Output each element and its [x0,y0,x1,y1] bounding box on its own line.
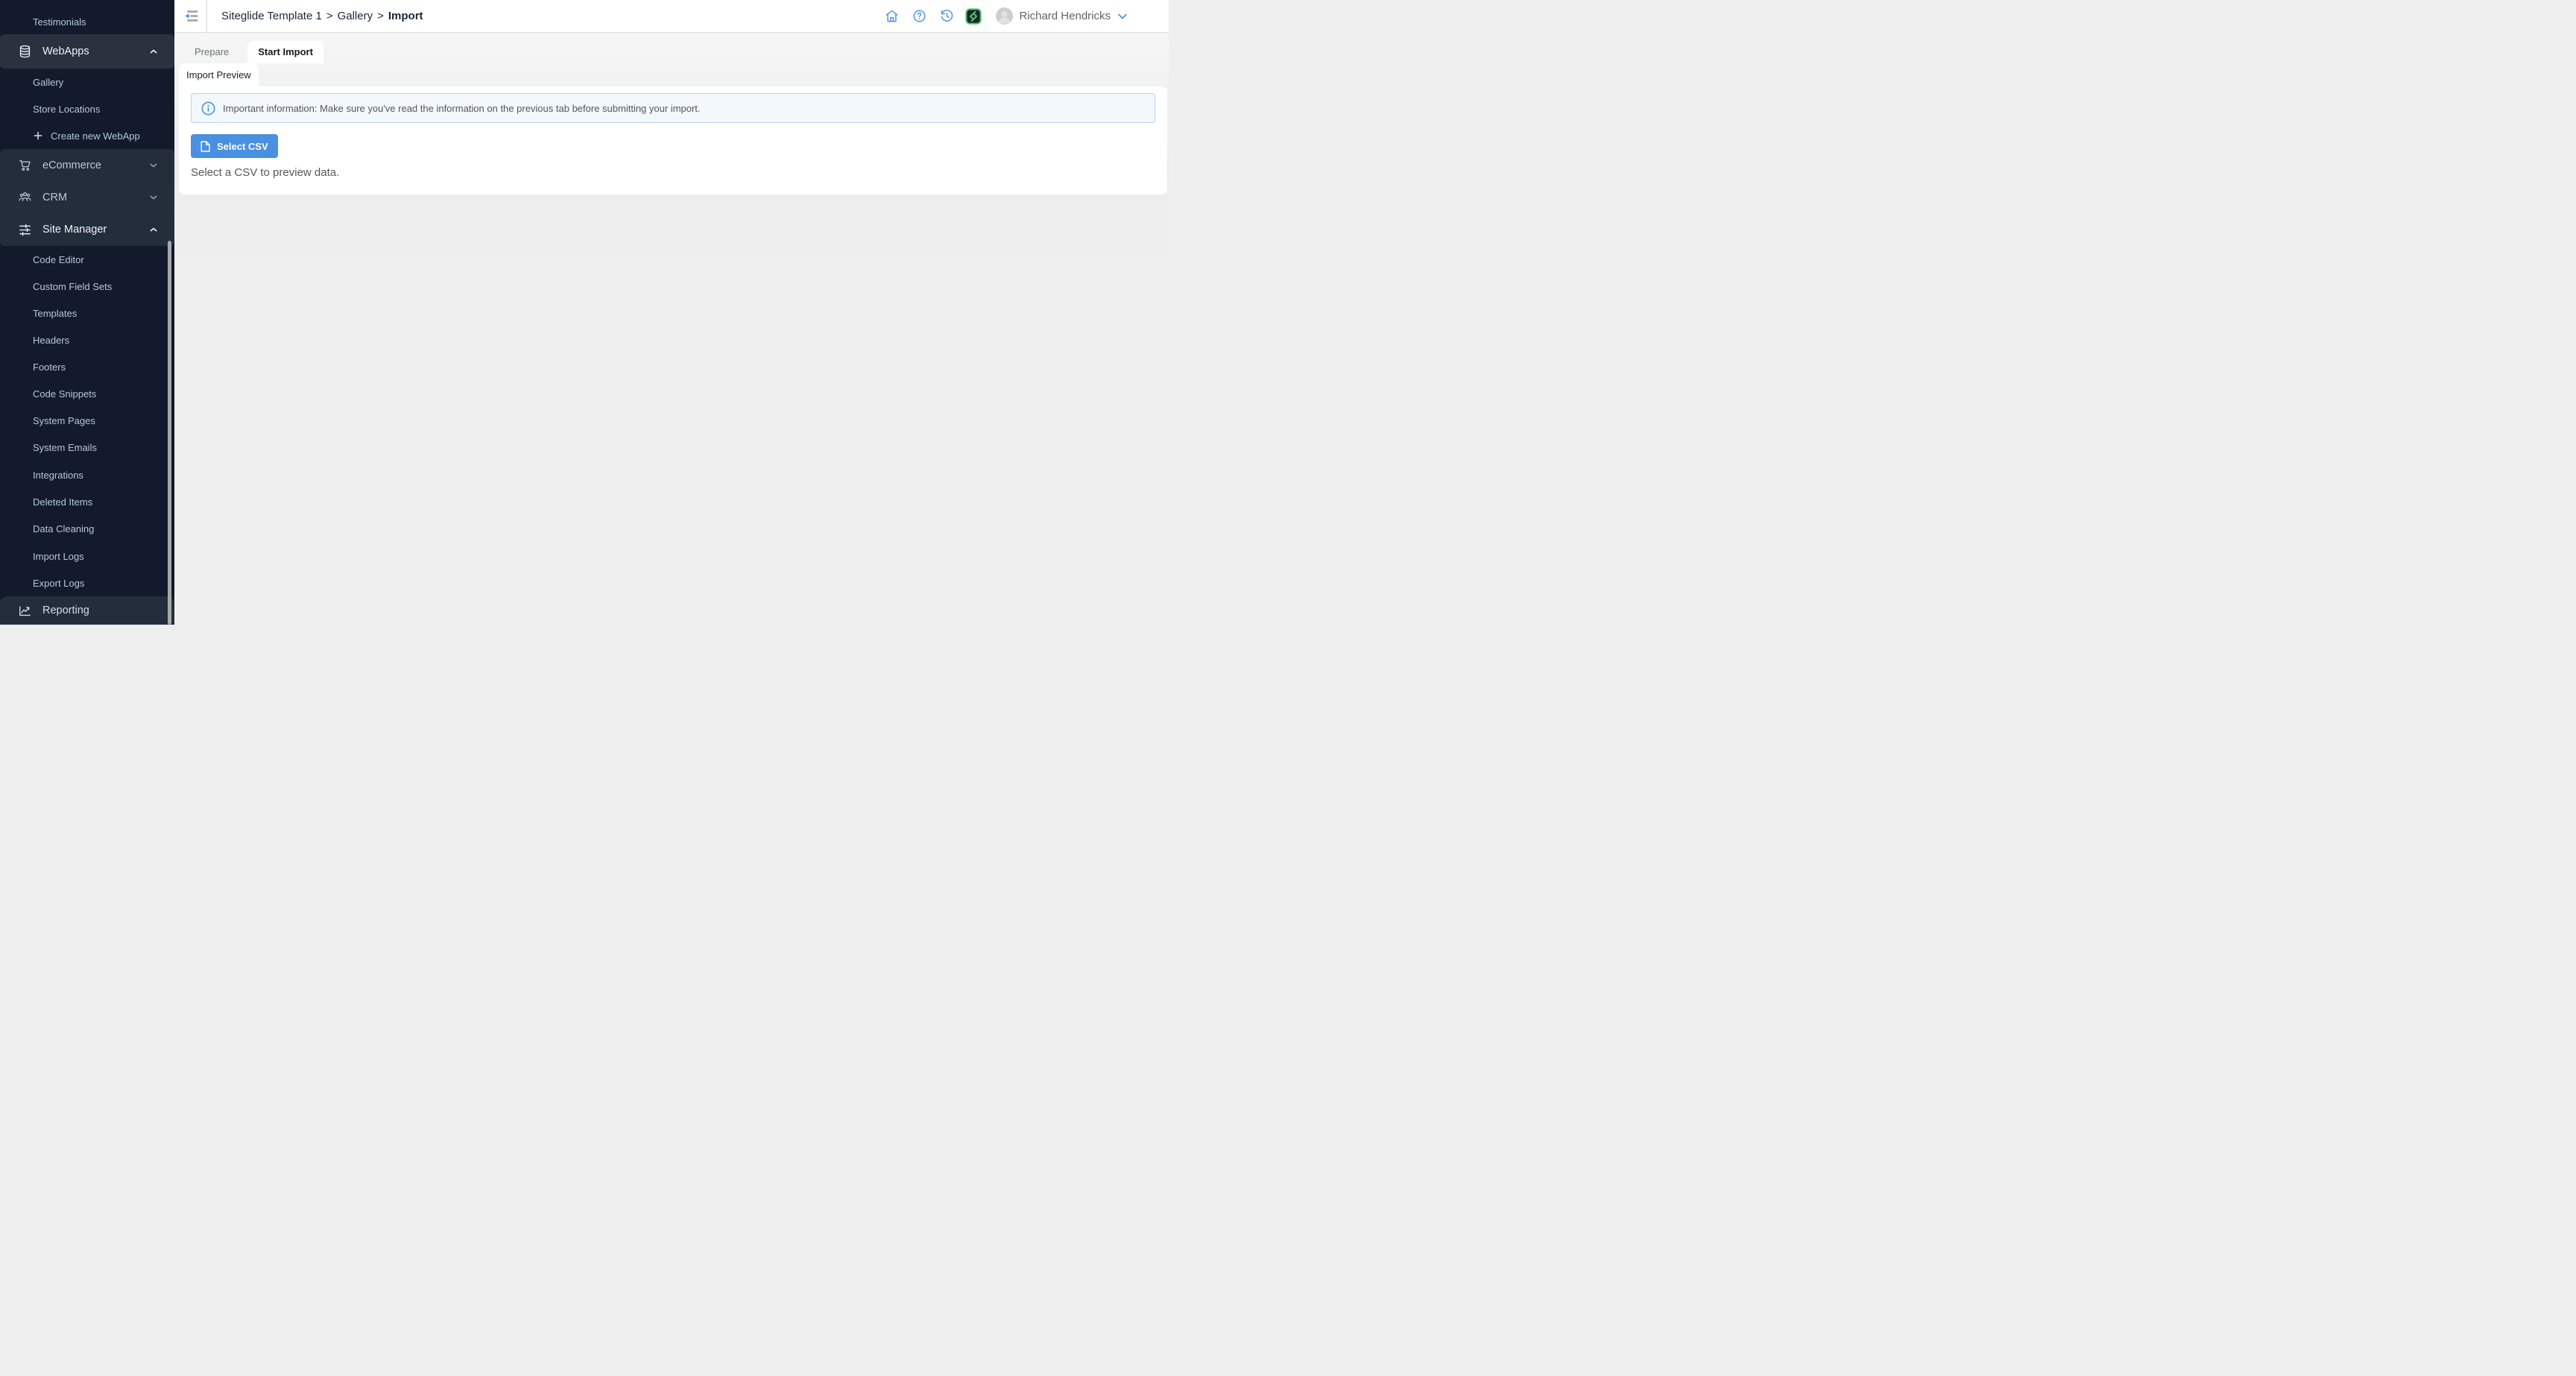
sidebar-item-label: System Emails [33,442,97,453]
sidebar-group-label: Site Manager [42,224,107,236]
sidebar-group-panel: eCommerce CRM Site Manager [0,149,174,246]
help-icon[interactable] [912,9,926,23]
sidebar-group-label: WebApps [42,45,89,57]
sidebar-group-label: Reporting [42,605,89,616]
collapse-sidebar-icon[interactable] [184,10,200,22]
sidebar-item-label: Import Logs [33,551,84,562]
users-icon [18,190,32,204]
sidebar-item-export-logs[interactable]: Export Logs [0,569,174,596]
sidebar-scrollbar[interactable] [168,241,171,625]
sidebar-item-label: Testimonials [33,16,86,28]
header-divider [206,0,207,33]
database-icon [18,45,32,59]
sidebar-group-label: eCommerce [42,160,101,171]
main-area: Siteglide Template 1>Gallery>Import [174,0,1169,625]
sidebar-item-integrations[interactable]: Integrations [0,461,174,488]
breadcrumb-current: Import [388,10,423,22]
chevron-up-icon [149,225,158,234]
breadcrumb-section[interactable]: Gallery [338,10,373,22]
chevron-down-icon [149,193,158,202]
line-chart-icon [18,604,32,618]
sidebar-item-label: Headers [33,335,69,346]
sidebar-item-templates[interactable]: Templates [0,300,174,326]
info-icon [201,101,215,116]
sidebar-group-label: CRM [42,192,67,203]
sidebar-item-create-new-webapp[interactable]: Create new WebApp [0,122,174,149]
sidebar: Testimonials WebApps Gallery Store Locat… [0,0,174,625]
sidebar-item-label: Store Locations [33,104,100,115]
sidebar-item-footers[interactable]: Footers [0,353,174,380]
siteglide-logo-icon[interactable] [965,8,982,25]
info-banner-text: Important information: Make sure you've … [223,103,701,114]
sidebar-item-label: Export Logs [33,578,84,589]
home-icon[interactable] [885,9,899,23]
sidebar-item-store-locations[interactable]: Store Locations [0,95,174,122]
sidebar-item-code-editor[interactable]: Code Editor [0,246,174,273]
user-menu-chevron-icon[interactable] [1117,10,1128,22]
tab-bar: Prepare Start Import [174,41,323,63]
chevron-down-icon [149,161,158,170]
sidebar-item-label: Deleted Items [33,496,92,508]
user-name[interactable]: Richard Hendricks [1019,10,1111,22]
history-icon[interactable] [940,9,954,23]
sidebar-item-code-snippets[interactable]: Code Snippets [0,380,174,407]
sidebar-item-label: Integrations [33,470,83,481]
select-csv-button[interactable]: Select CSV [191,134,278,158]
import-preview-panel: Important information: Make sure you've … [179,86,1167,195]
tab-start-import[interactable]: Start Import [247,41,323,63]
sidebar-item-testimonials[interactable]: Testimonials [0,8,174,35]
shopping-cart-icon [18,158,32,172]
tab-label: Import Preview [186,69,251,81]
tab-import-preview[interactable]: Import Preview [179,63,259,87]
tab-prepare[interactable]: Prepare [186,41,237,63]
info-banner: Important information: Make sure you've … [191,93,1155,123]
sidebar-item-label: Gallery [33,77,63,88]
breadcrumb: Siteglide Template 1>Gallery>Import [221,10,423,22]
sidebar-item-gallery[interactable]: Gallery [0,69,174,95]
sidebar-item-deleted-items[interactable]: Deleted Items [0,488,174,515]
plus-icon [34,131,42,140]
file-icon [201,141,210,152]
sidebar-item-import-logs[interactable]: Import Logs [0,543,174,569]
app-window: Testimonials WebApps Gallery Store Locat… [0,0,1169,625]
sidebar-item-label: Data Cleaning [33,523,94,534]
sidebar-item-label: Code Snippets [33,388,96,400]
sliders-icon [18,223,32,237]
avatar[interactable] [996,7,1013,25]
sidebar-item-label: Footers [33,362,66,373]
sidebar-item-data-cleaning[interactable]: Data Cleaning [0,515,174,542]
chevron-up-icon [149,47,158,56]
sub-tab-bar: Import Preview [174,63,259,87]
sidebar-item-system-pages[interactable]: System Pages [0,407,174,434]
tab-label: Prepare [195,46,229,57]
sidebar-item-custom-field-sets[interactable]: Custom Field Sets [0,273,174,300]
csv-preview-caption: Select a CSV to preview data. [191,166,339,179]
sidebar-item-label: System Pages [33,415,95,426]
sidebar-item-label: Code Editor [33,254,84,265]
sidebar-item-label: Templates [33,308,77,319]
sidebar-item-label: Create new WebApp [51,130,140,142]
sidebar-group-crm[interactable]: CRM [0,181,174,213]
sidebar-group-reporting[interactable]: Reporting [0,596,174,625]
select-csv-label: Select CSV [217,141,268,152]
sidebar-item-system-emails[interactable]: System Emails [0,434,174,461]
sidebar-group-webapps[interactable]: WebApps [0,34,174,69]
breadcrumb-root[interactable]: Siteglide Template 1 [221,10,322,22]
top-header: Siteglide Template 1>Gallery>Import [174,0,1169,33]
header-actions: Richard Hendricks [885,7,1169,25]
tab-label: Start Import [258,46,313,57]
sidebar-group-ecommerce[interactable]: eCommerce [0,149,174,181]
sidebar-item-headers[interactable]: Headers [0,326,174,353]
sidebar-group-site-manager[interactable]: Site Manager [0,213,174,246]
sidebar-item-label: Custom Field Sets [33,281,112,292]
